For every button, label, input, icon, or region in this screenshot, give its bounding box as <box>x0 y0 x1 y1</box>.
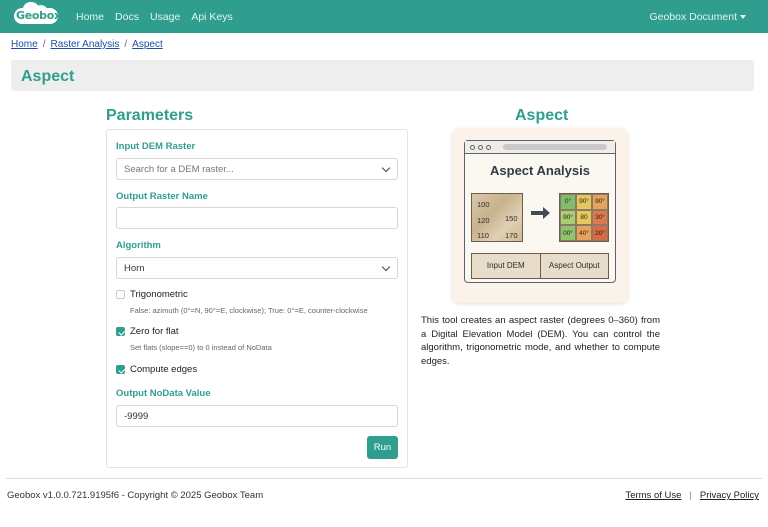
dem-raster-select[interactable]: Search for a DEM raster... <box>116 158 398 180</box>
nav-links: Home Docs Usage Api Keys <box>76 0 244 33</box>
breadcrumb-aspect[interactable]: Aspect <box>132 39 163 50</box>
illustration-labels: Input DEM Aspect Output <box>471 253 609 279</box>
tool-description: This tool creates an aspect raster (degr… <box>421 315 660 367</box>
zero-for-flat-label: Zero for flat <box>130 326 179 337</box>
navbar: Geobox Home Docs Usage Api Keys Geobox D… <box>0 0 768 33</box>
aspect-cell: 40° <box>576 225 592 241</box>
arrow-right-icon <box>531 207 550 219</box>
trigonometric-hint: False: azimuth (0°=N, 90°=E, clockwise);… <box>130 306 368 315</box>
aspect-cell: 90° <box>592 194 608 210</box>
aspect-illustration: Aspect Analysis 100 120 150 110 170 0° 9… <box>452 128 628 303</box>
footer-separator: | <box>689 490 692 501</box>
dem-grid-image: 100 120 150 110 170 <box>471 193 523 242</box>
dem-value: 100 <box>477 200 490 209</box>
run-button[interactable]: Run <box>367 436 398 459</box>
nodata-label: Output NoData Value <box>116 388 211 399</box>
aspect-output-grid: 0° 90° 90° 90° 80 30° 00° 40° 20° <box>559 193 609 242</box>
output-name-label: Output Raster Name <box>116 191 208 202</box>
compute-edges-label: Compute edges <box>130 364 198 375</box>
aspect-cell: 0° <box>560 194 576 210</box>
breadcrumb: Home / Raster Analysis / Aspect <box>11 39 163 50</box>
nav-api-keys-link[interactable]: Api Keys <box>191 11 232 23</box>
window-dot-icon <box>478 144 483 150</box>
aspect-info-title: Aspect <box>515 107 569 124</box>
footer-divider <box>6 478 762 479</box>
caret-down-icon <box>740 15 746 20</box>
zero-for-flat-checkbox[interactable] <box>116 327 125 336</box>
dem-label: Input DEM Raster <box>116 141 196 152</box>
aspect-cell: 90° <box>576 194 592 210</box>
illustration-window-bar <box>465 141 615 154</box>
footer-copyright: Geobox v1.0.0.721.9195f6 - Copyright © 2… <box>7 490 264 501</box>
terms-of-use-link[interactable]: Terms of Use <box>625 490 681 501</box>
breadcrumb-raster-analysis[interactable]: Raster Analysis <box>50 39 119 50</box>
algorithm-label: Algorithm <box>116 240 161 251</box>
geobox-logo[interactable]: Geobox <box>14 2 61 25</box>
input-dem-label: Input DEM <box>486 260 525 270</box>
page-title: Aspect <box>21 68 75 85</box>
illustration-window: Aspect Analysis 100 120 150 110 170 0° 9… <box>464 140 616 283</box>
window-dot-icon <box>486 144 491 150</box>
nodata-value-input[interactable]: -9999 <box>116 405 398 427</box>
breadcrumb-separator: / <box>42 39 46 50</box>
aspect-cell: 30° <box>592 209 608 226</box>
dem-value: 170 <box>505 231 518 240</box>
nav-docs-link[interactable]: Docs <box>115 11 139 23</box>
aspect-cell: 20° <box>592 225 608 241</box>
dem-value: 110 <box>477 231 489 240</box>
footer-links: Terms of Use | Privacy Policy <box>625 490 759 501</box>
zero-for-flat-hint: Set flats (slope==0) to 0 instead of NoD… <box>130 343 272 352</box>
breadcrumb-separator: / <box>124 39 128 50</box>
aspect-cell: 80 <box>576 209 592 226</box>
nav-usage-link[interactable]: Usage <box>150 11 180 23</box>
trigonometric-label: Trigonometric <box>130 289 188 300</box>
logo-text: Geobox <box>16 9 61 22</box>
nav-home-link[interactable]: Home <box>76 11 104 23</box>
dem-value: 150 <box>505 214 518 223</box>
aspect-cell: 00° <box>560 225 576 241</box>
window-dot-icon <box>470 144 475 150</box>
dem-placeholder: Search for a DEM raster... <box>124 164 234 175</box>
trigonometric-checkbox[interactable] <box>116 290 125 299</box>
geobox-document-dropdown[interactable]: Geobox Document <box>649 11 746 23</box>
dem-value: 120 <box>477 216 490 225</box>
aspect-output-label: Aspect Output <box>539 254 609 278</box>
algorithm-select[interactable]: Horn <box>116 257 398 279</box>
algorithm-value: Horn <box>124 263 145 274</box>
parameters-title: Parameters <box>106 107 194 124</box>
output-raster-name-input[interactable] <box>116 207 398 229</box>
compute-edges-checkbox[interactable] <box>116 365 125 374</box>
address-bar-shape <box>503 144 607 150</box>
chevron-down-icon <box>381 262 391 272</box>
page-header: Aspect <box>11 60 754 91</box>
illustration-heading: Aspect Analysis <box>490 163 590 178</box>
dropdown-label: Geobox Document <box>649 11 737 23</box>
privacy-policy-link[interactable]: Privacy Policy <box>700 490 759 501</box>
breadcrumb-home[interactable]: Home <box>11 39 38 50</box>
chevron-down-icon <box>381 163 391 173</box>
aspect-cell: 90° <box>560 209 576 226</box>
